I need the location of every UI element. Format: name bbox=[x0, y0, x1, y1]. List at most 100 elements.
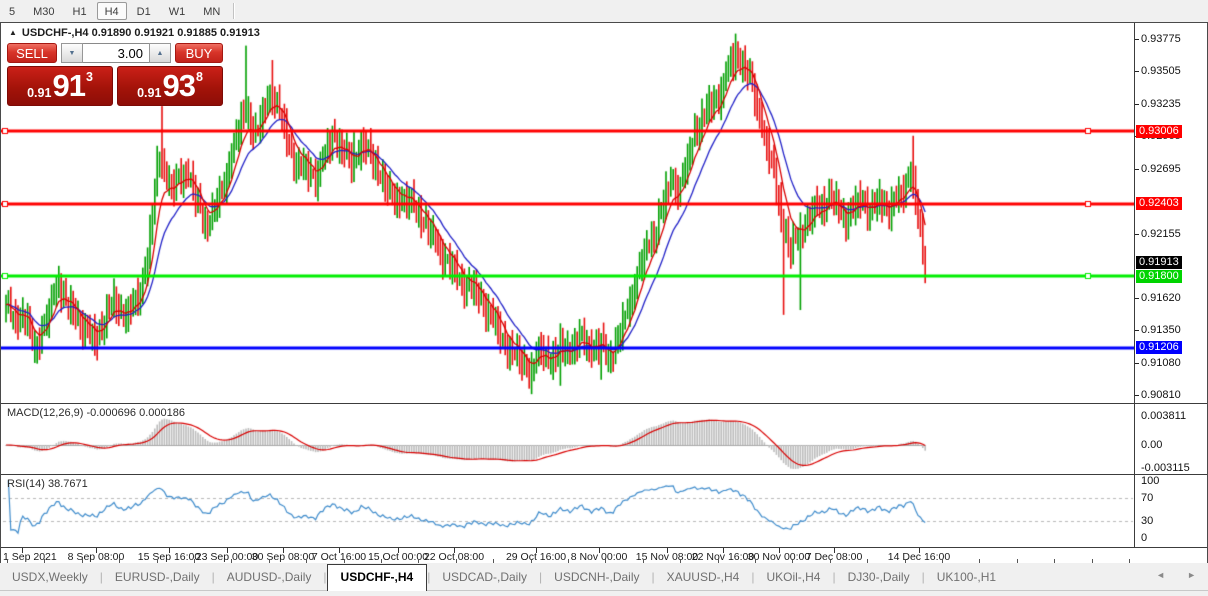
timeframe-button-m30[interactable]: M30 bbox=[25, 2, 62, 20]
time-minor-tick bbox=[680, 559, 681, 563]
timeframe-button-d1[interactable]: D1 bbox=[129, 2, 159, 20]
price-tick-mark bbox=[1135, 395, 1139, 396]
panel-collapse-icon[interactable]: ▲ bbox=[9, 28, 17, 37]
status-bar bbox=[0, 590, 1208, 596]
time-minor-tick bbox=[830, 559, 831, 563]
time-minor-tick bbox=[1092, 559, 1093, 563]
buy-price-pips: 93 bbox=[162, 69, 194, 103]
tab-ukoil-h4[interactable]: UKOil-,H4 bbox=[754, 565, 832, 589]
tab-usdx-weekly[interactable]: USDX,Weekly bbox=[0, 565, 100, 589]
timeframe-toolbar: 5M30H1H4D1W1MN bbox=[0, 0, 1208, 22]
tab-audusd-daily[interactable]: AUDUSD-,Daily bbox=[215, 565, 324, 589]
price-tick-label: 0.90810 bbox=[1141, 389, 1181, 401]
price-tick-label: 0.92155 bbox=[1141, 228, 1181, 240]
chart-tab-bar: USDX,Weekly|EURUSD-,Daily|AUDUSD-,Daily|… bbox=[0, 563, 1208, 590]
timeframe-button-w1[interactable]: W1 bbox=[161, 2, 194, 20]
hline-price-label: 0.91800 bbox=[1136, 270, 1182, 283]
price-tick-label: 0.93505 bbox=[1141, 65, 1181, 77]
tab-dj30-daily[interactable]: DJ30-,Daily bbox=[836, 565, 922, 589]
price-tick-mark bbox=[1135, 298, 1139, 299]
volume-input[interactable] bbox=[83, 43, 149, 63]
buy-price-prefix: 0.91 bbox=[137, 86, 161, 100]
macd-axis-label: -0.003115 bbox=[1141, 462, 1190, 474]
sell-price-point: 3 bbox=[86, 70, 93, 84]
timeframe-button-h4[interactable]: H4 bbox=[97, 2, 127, 20]
volume-spinner: ▼ ▲ bbox=[61, 43, 171, 63]
time-minor-tick bbox=[44, 559, 45, 563]
macd-axis-label: 0.00 bbox=[1141, 439, 1162, 451]
time-axis-label: 15 Nov 08:00 bbox=[636, 551, 698, 563]
time-minor-tick bbox=[643, 559, 644, 563]
timeframe-button-mn[interactable]: MN bbox=[195, 2, 228, 20]
time-axis-label: 15 Sep 16:00 bbox=[138, 551, 200, 563]
time-minor-tick bbox=[119, 559, 120, 563]
time-minor-tick bbox=[1129, 559, 1130, 563]
hline-price-label: 0.93006 bbox=[1136, 125, 1182, 138]
time-minor-tick bbox=[231, 559, 232, 563]
tab-scroll-left-icon[interactable]: ◄ bbox=[1156, 570, 1165, 580]
time-axis-separator bbox=[1, 547, 1207, 548]
current-price-label: 0.91913 bbox=[1136, 256, 1182, 269]
timeframe-button-h1[interactable]: H1 bbox=[65, 2, 95, 20]
tab-usdcnh-daily[interactable]: USDCNH-,Daily bbox=[542, 565, 651, 589]
rsi-indicator-label: RSI(14) 38.7671 bbox=[7, 478, 88, 490]
time-minor-tick bbox=[867, 559, 868, 563]
tab-scroll-controls: ◄ ► bbox=[1156, 570, 1196, 580]
sell-price-pips: 91 bbox=[52, 69, 84, 103]
tab-usdcad-daily[interactable]: USDCAD-,Daily bbox=[430, 565, 539, 589]
buy-button[interactable]: BUY bbox=[175, 43, 223, 63]
macd-pane-separator[interactable] bbox=[1, 403, 1207, 404]
time-minor-tick bbox=[979, 559, 980, 563]
sell-price-prefix: 0.91 bbox=[27, 86, 51, 100]
time-axis-label: 7 Oct 16:00 bbox=[312, 551, 366, 563]
price-tick-mark bbox=[1135, 71, 1139, 72]
rsi-axis-label: 0 bbox=[1141, 532, 1147, 544]
time-minor-tick bbox=[905, 559, 906, 563]
buy-price-display[interactable]: 0.91938 bbox=[117, 66, 223, 106]
price-tick-mark bbox=[1135, 363, 1139, 364]
time-minor-tick bbox=[381, 559, 382, 563]
tab-scroll-right-icon[interactable]: ► bbox=[1187, 570, 1196, 580]
price-axis-line[interactable] bbox=[1134, 23, 1135, 547]
timeframe-button-5[interactable]: 5 bbox=[1, 2, 23, 20]
sell-button[interactable]: SELL bbox=[7, 43, 57, 63]
rsi-axis-label: 100 bbox=[1141, 475, 1159, 487]
time-axis-label: 8 Nov 00:00 bbox=[571, 551, 628, 563]
price-tick-label: 0.93775 bbox=[1141, 33, 1181, 45]
time-axis-label: 7 Dec 08:00 bbox=[806, 551, 863, 563]
time-minor-tick bbox=[792, 559, 793, 563]
time-axis-label: 29 Oct 16:00 bbox=[506, 551, 566, 563]
tab-uk100-h1[interactable]: UK100-,H1 bbox=[925, 565, 1008, 589]
time-minor-tick bbox=[605, 559, 606, 563]
time-axis-label: 8 Sep 08:00 bbox=[68, 551, 125, 563]
volume-increase-button[interactable]: ▲ bbox=[149, 43, 171, 63]
price-tick-mark bbox=[1135, 39, 1139, 40]
time-axis-label: 22 Oct 08:00 bbox=[424, 551, 484, 563]
time-minor-tick bbox=[531, 559, 532, 563]
chart-title: USDCHF-,H4 0.91890 0.91921 0.91885 0.919… bbox=[22, 27, 260, 39]
price-tick-mark bbox=[1135, 330, 1139, 331]
hline-price-label: 0.91206 bbox=[1136, 341, 1182, 354]
one-click-trading-panel: SELL ▼ ▲ BUY 0.91913 0.91938 bbox=[7, 43, 223, 106]
tab-usdchf-h4[interactable]: USDCHF-,H4 bbox=[327, 564, 428, 591]
tab-eurusd-daily[interactable]: EURUSD-,Daily bbox=[103, 565, 212, 589]
price-tick-mark bbox=[1135, 169, 1139, 170]
time-minor-tick bbox=[157, 559, 158, 563]
price-tick-mark bbox=[1135, 104, 1139, 105]
time-axis-label: 30 Nov 00:00 bbox=[748, 551, 810, 563]
time-minor-tick bbox=[7, 559, 8, 563]
time-minor-tick bbox=[418, 559, 419, 563]
tab-xauusd-h4[interactable]: XAUUSD-,H4 bbox=[655, 565, 752, 589]
time-minor-tick bbox=[493, 559, 494, 563]
volume-decrease-button[interactable]: ▼ bbox=[61, 43, 83, 63]
time-minor-tick bbox=[568, 559, 569, 563]
time-minor-tick bbox=[344, 559, 345, 563]
price-tick-label: 0.91350 bbox=[1141, 324, 1181, 336]
rsi-pane-separator[interactable] bbox=[1, 474, 1207, 475]
time-minor-tick bbox=[718, 559, 719, 563]
macd-axis-label: 0.003811 bbox=[1141, 410, 1186, 422]
price-tick-label: 0.91620 bbox=[1141, 292, 1181, 304]
time-minor-tick bbox=[1054, 559, 1055, 563]
sell-price-display[interactable]: 0.91913 bbox=[7, 66, 113, 106]
rsi-axis-label: 70 bbox=[1141, 492, 1153, 504]
